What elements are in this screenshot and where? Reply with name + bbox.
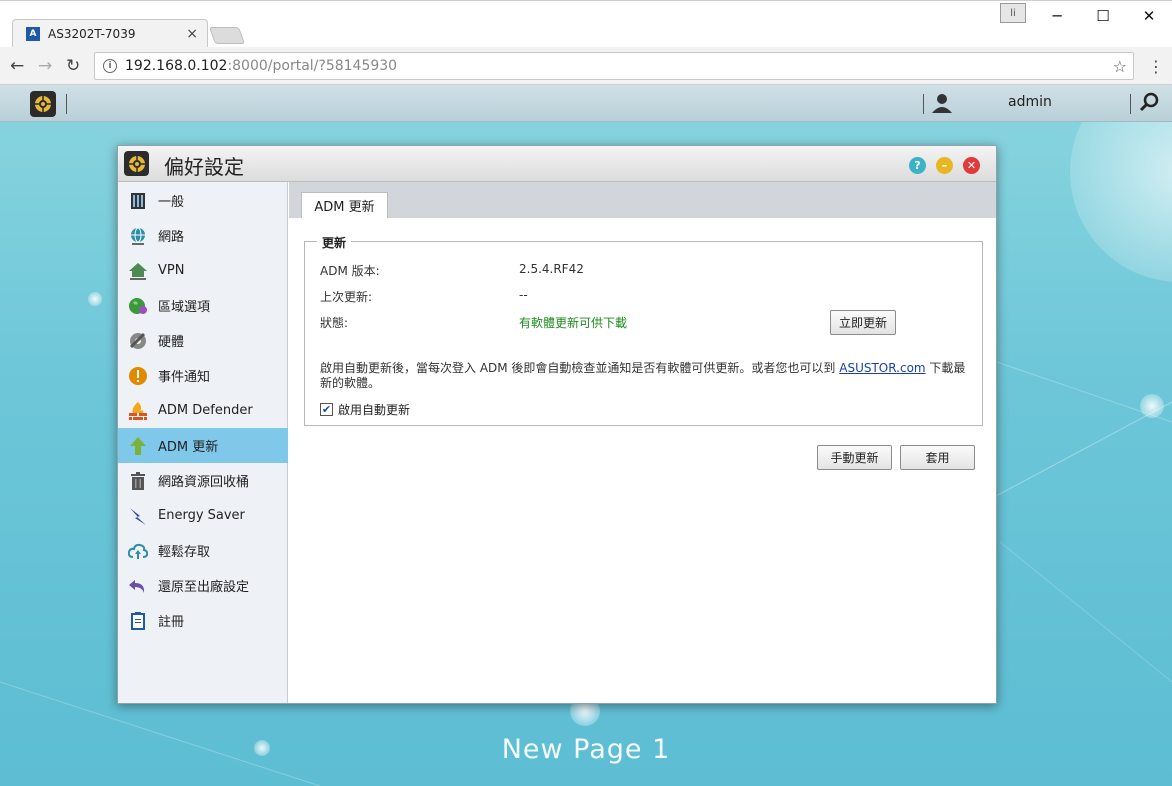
- sidebar-item[interactable]: 網路: [118, 218, 288, 253]
- auto-update-label: 啟用自動更新: [338, 403, 411, 417]
- firewall-icon: [127, 400, 149, 422]
- window-header[interactable]: 偏好設定 ? – ✕: [118, 146, 996, 182]
- tab-adm-update[interactable]: ADM 更新: [301, 192, 388, 218]
- sidebar-item-label: 網路: [158, 230, 185, 245]
- browser-menu-icon[interactable]: ⋮: [1148, 57, 1164, 76]
- taskbar-separator: [1130, 94, 1131, 114]
- house-vpn-icon: [127, 260, 149, 282]
- help-icon[interactable]: ?: [909, 157, 926, 174]
- sidebar-item-label: 網路資源回收桶: [158, 475, 250, 490]
- back-arrow-icon[interactable]: ←: [10, 56, 24, 76]
- version-value: 2.5.4.RF42: [519, 262, 584, 276]
- content-tabstrip: ADM 更新: [289, 182, 996, 218]
- globe-network-icon: [127, 225, 149, 247]
- close-icon[interactable]: ✕: [963, 157, 980, 174]
- preferences-app-icon: [124, 151, 149, 176]
- sidebar-item[interactable]: ADM 更新: [118, 428, 288, 463]
- update-legend: 更新: [317, 234, 352, 251]
- url-host: 192.168.0.102: [125, 58, 228, 74]
- sidebar-item-label: 輕鬆存取: [158, 545, 211, 560]
- sidebar-item[interactable]: 輕鬆存取: [118, 533, 288, 568]
- address-bar[interactable]: i 192.168.0.102:8000/portal/?58145930 ☆: [94, 52, 1134, 80]
- sidebar-item[interactable]: Energy Saver: [118, 498, 288, 533]
- server-icon: [127, 190, 149, 212]
- adm-home-icon[interactable]: [30, 91, 56, 117]
- profile-icon[interactable]: li: [1000, 3, 1026, 23]
- last-update-label: 上次更新:: [320, 290, 373, 304]
- sidebar-item-label: 還原至出廠設定: [158, 580, 250, 595]
- minimize-icon[interactable]: –: [936, 157, 953, 174]
- browser-tab[interactable]: A AS3202T-7039 ×: [22, 19, 208, 48]
- sidebar-item-label: 註冊: [158, 615, 185, 630]
- restore-icon: [127, 575, 149, 597]
- tab-close-icon[interactable]: ×: [186, 26, 198, 42]
- sidebar-item[interactable]: VPN: [118, 253, 288, 288]
- info-icon[interactable]: i: [103, 59, 117, 73]
- preferences-window: 偏好設定 ? – ✕ 一般網路 VPN 區域選項硬體事件通知 ADM Defender…: [117, 145, 997, 704]
- asustor-link[interactable]: ASUSTOR.com: [839, 361, 925, 375]
- sidebar-item[interactable]: 還原至出廠設定: [118, 568, 288, 603]
- sidebar-item-label: VPN: [158, 263, 185, 278]
- update-now-button[interactable]: 立即更新: [830, 310, 896, 335]
- auto-update-note: 啟用自動更新後，當每次登入 ADM 後即會自動檢查並通知是否有軟體可供更新。或者…: [320, 361, 970, 391]
- sidebar-item[interactable]: 網路資源回收桶: [118, 463, 288, 498]
- sidebar-item-label: 一般: [158, 195, 185, 210]
- sidebar-item-label: Energy Saver: [158, 508, 245, 523]
- version-label: ADM 版本:: [320, 264, 380, 278]
- status-value: 有軟體更新可供下載: [519, 316, 628, 330]
- trash-icon: [127, 470, 149, 492]
- sidebar-item[interactable]: ADM Defender: [118, 393, 288, 428]
- sidebar-item-label: ADM Defender: [158, 403, 253, 418]
- tab-title: AS3202T-7039: [48, 26, 136, 41]
- search-icon[interactable]: [1139, 91, 1161, 118]
- region-globe-icon: [127, 295, 149, 317]
- sidebar-item[interactable]: 一般: [118, 183, 288, 218]
- window-minimize-icon[interactable]: ─: [1042, 1, 1072, 31]
- window-close-icon[interactable]: ✕: [1134, 1, 1164, 31]
- last-update-value: --: [519, 288, 528, 302]
- preferences-content: ADM 更新 更新 ADM 版本: 2.5.4.RF42 上次更新: -- 狀態…: [289, 182, 996, 703]
- desktop-page-label[interactable]: New Page 1: [0, 734, 1172, 765]
- alert-icon: [127, 365, 149, 387]
- sidebar-item[interactable]: 註冊: [118, 603, 288, 638]
- update-fieldset: 更新 ADM 版本: 2.5.4.RF42 上次更新: -- 狀態: 有軟體更新…: [304, 234, 983, 426]
- sidebar-item-label: 硬體: [158, 335, 185, 350]
- browser-toolbar: ← → ↻ i 192.168.0.102:8000/portal/?58145…: [0, 47, 1172, 85]
- hardware-icon: [127, 330, 149, 352]
- cloud-upload-icon: [127, 540, 149, 562]
- sidebar-item[interactable]: 事件通知: [118, 358, 288, 393]
- url-path: :8000/portal/?58145930: [227, 58, 398, 74]
- apply-button[interactable]: 套用: [900, 445, 975, 470]
- reload-icon[interactable]: ↻: [66, 56, 80, 76]
- sidebar-item[interactable]: 硬體: [118, 323, 288, 358]
- favicon-icon: A: [26, 26, 40, 41]
- user-icon[interactable]: [932, 93, 952, 118]
- register-icon: [127, 610, 149, 632]
- update-arrow-icon: [127, 435, 149, 457]
- status-label: 狀態:: [320, 316, 349, 330]
- preferences-sidebar: 一般網路 VPN 區域選項硬體事件通知 ADM Defender ADM 更新網路資源回…: [118, 182, 288, 703]
- adm-taskbar: admin: [0, 85, 1172, 122]
- checkbox-icon[interactable]: ✔: [320, 403, 333, 416]
- sidebar-item[interactable]: 區域選項: [118, 288, 288, 323]
- window-maximize-icon[interactable]: ☐: [1088, 1, 1118, 31]
- browser-titlebar: A AS3202T-7039 × li ─ ☐ ✕: [0, 0, 1172, 48]
- forward-arrow-icon[interactable]: →: [38, 56, 52, 76]
- auto-update-checkbox[interactable]: ✔ 啟用自動更新: [320, 401, 410, 418]
- window-title: 偏好設定: [164, 155, 244, 179]
- sidebar-item-label: ADM 更新: [158, 440, 219, 455]
- manual-update-button[interactable]: 手動更新: [817, 445, 892, 470]
- new-tab-button[interactable]: [208, 27, 246, 44]
- energy-icon: [127, 505, 149, 527]
- note-text: 啟用自動更新後，當每次登入 ADM 後即會自動檢查並通知是否有軟體可供更新。或者…: [320, 361, 840, 375]
- taskbar-separator: [923, 94, 924, 114]
- taskbar-separator: [66, 94, 67, 114]
- sidebar-item-label: 區域選項: [158, 300, 211, 315]
- bookmark-star-icon[interactable]: ☆: [1113, 57, 1127, 76]
- current-user[interactable]: admin: [1008, 94, 1052, 110]
- sidebar-item-label: 事件通知: [158, 370, 211, 385]
